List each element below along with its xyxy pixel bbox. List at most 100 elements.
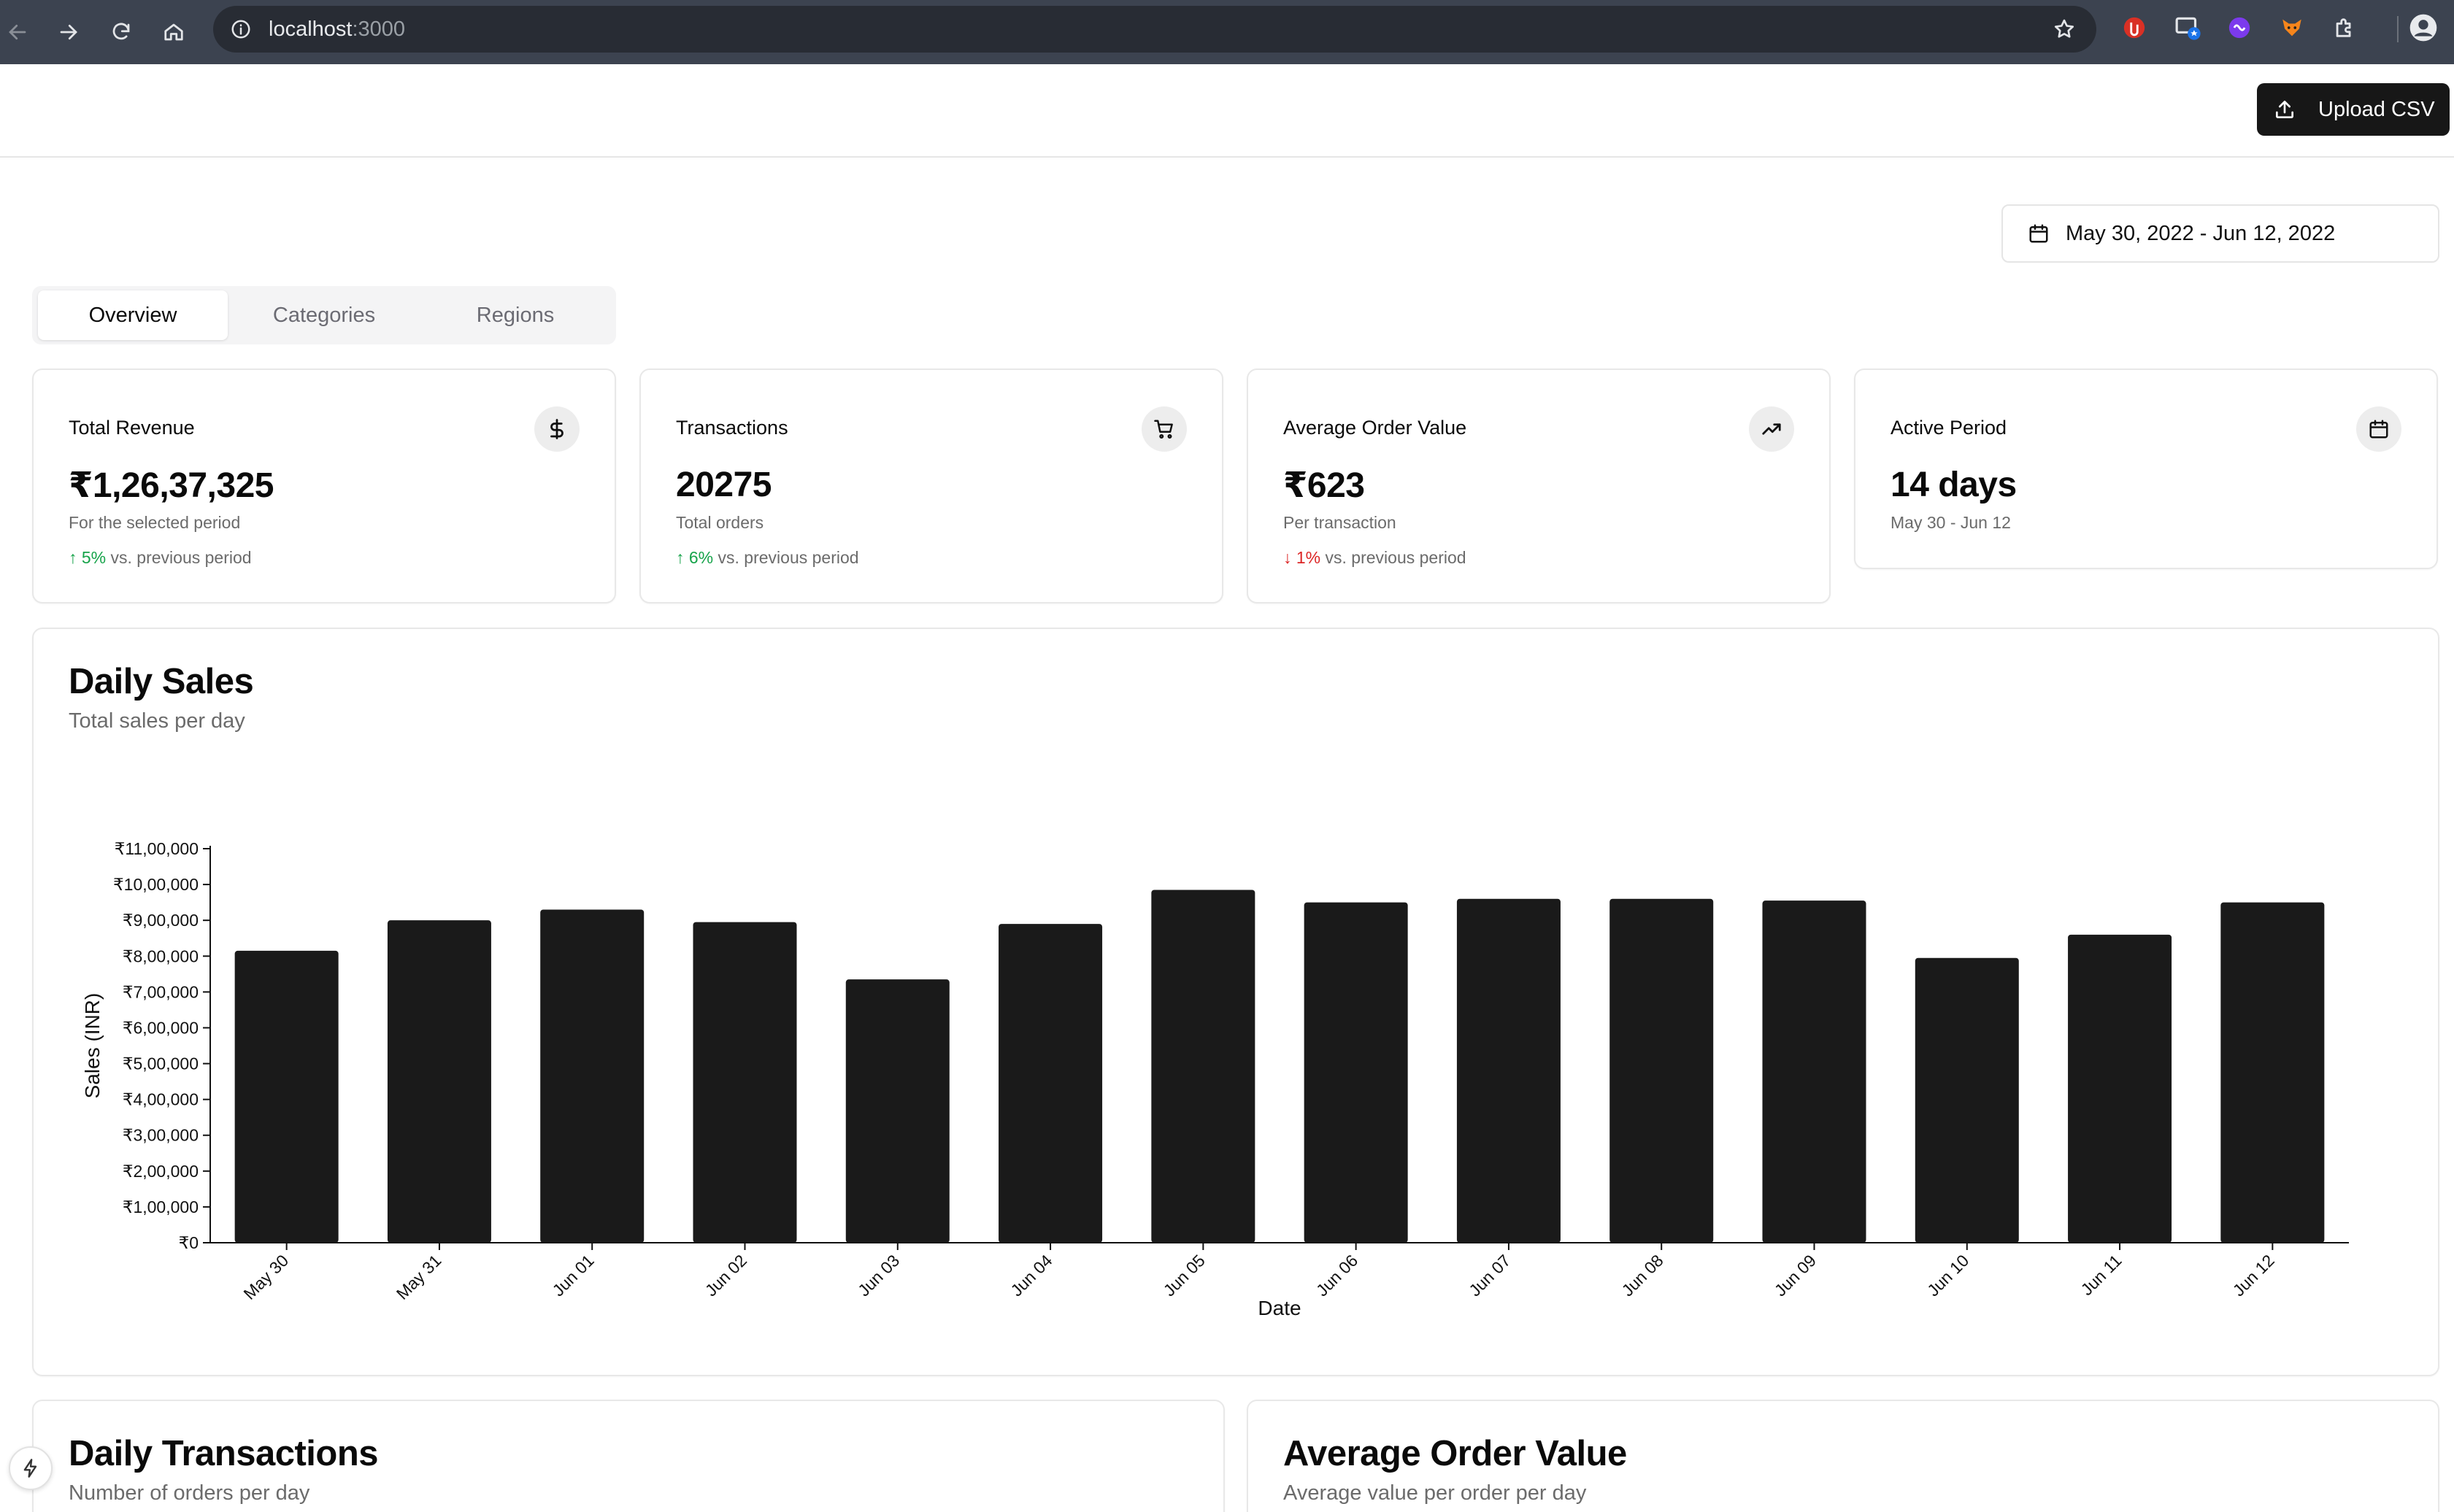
forward-button[interactable] bbox=[47, 10, 91, 54]
y-tick-label: ₹3,00,000 bbox=[123, 1126, 199, 1145]
bar-may-30 bbox=[234, 950, 339, 1243]
extensions-puzzle-icon[interactable] bbox=[2330, 13, 2359, 42]
home-icon bbox=[164, 23, 183, 41]
stat-subtitle: May 30 - Jun 12 bbox=[1890, 513, 2011, 532]
change-suffix: vs. previous period bbox=[718, 548, 859, 567]
browser-toolbar: localhost:3000 bbox=[0, 0, 2454, 64]
url-host: localhost bbox=[269, 18, 353, 41]
bar-jun-03 bbox=[845, 979, 950, 1243]
x-tick-label: Jun 02 bbox=[701, 1251, 750, 1300]
card-description: Number of orders per day bbox=[69, 1481, 310, 1505]
back-button[interactable] bbox=[0, 10, 39, 54]
stat-value: ₹1,26,37,325 bbox=[69, 466, 274, 505]
stat-subtitle: For the selected period bbox=[69, 513, 241, 532]
view-tabs: Overview Categories Regions bbox=[32, 286, 616, 344]
change-percent: 5% bbox=[81, 548, 107, 567]
stat-subtitle: Total orders bbox=[676, 513, 764, 532]
stat-value: ₹623 bbox=[1283, 466, 1365, 505]
stat-title: Total Revenue bbox=[69, 417, 195, 439]
stat-card-total-revenue: Total Revenue ₹1,26,37,325 For the selec… bbox=[32, 369, 616, 603]
tab-regions[interactable]: Regions bbox=[420, 290, 610, 340]
change-percent: 6% bbox=[688, 548, 714, 567]
change-percent: 1% bbox=[1296, 548, 1321, 567]
y-tick-label: ₹8,00,000 bbox=[123, 946, 199, 965]
stat-card-transactions: Transactions 20275 Total orders ↑ 6% vs.… bbox=[639, 369, 1223, 603]
profile-avatar[interactable] bbox=[2409, 13, 2438, 42]
upload-icon bbox=[2276, 101, 2293, 118]
bar-jun-10 bbox=[1915, 957, 2019, 1243]
x-tick-label: Jun 07 bbox=[1465, 1251, 1514, 1300]
x-tick-label: Jun 01 bbox=[549, 1251, 598, 1300]
lightning-icon bbox=[23, 1459, 37, 1478]
extension-red-icon[interactable] bbox=[2120, 13, 2149, 42]
address-bar[interactable]: localhost:3000 bbox=[213, 6, 2096, 53]
date-range-label: May 30, 2022 - Jun 12, 2022 bbox=[2066, 221, 2336, 245]
arrow-up-icon: ↑ bbox=[69, 548, 77, 567]
card-title: Average Order Value bbox=[1283, 1434, 1627, 1473]
bars-layer bbox=[234, 890, 2325, 1243]
site-info-icon[interactable] bbox=[228, 16, 254, 42]
url-port: :3000 bbox=[352, 18, 406, 41]
date-range-picker[interactable]: May 30, 2022 - Jun 12, 2022 bbox=[2001, 204, 2439, 263]
stat-card-active-period: Active Period 14 days May 30 - Jun 12 bbox=[1854, 369, 2438, 569]
calendar-icon bbox=[2029, 224, 2048, 243]
y-tick-label: ₹10,00,000 bbox=[113, 875, 199, 894]
extension-purple-icon[interactable] bbox=[2225, 13, 2254, 42]
calendar-icon bbox=[2356, 406, 2401, 452]
upload-csv-label: Upload CSV bbox=[2318, 97, 2435, 121]
y-tick-label: ₹7,00,000 bbox=[123, 982, 199, 1001]
y-tick-label: ₹2,00,000 bbox=[123, 1162, 199, 1181]
tab-overview[interactable]: Overview bbox=[38, 290, 228, 340]
y-tick-label: ₹6,00,000 bbox=[123, 1018, 199, 1037]
tab-categories[interactable]: Categories bbox=[229, 290, 419, 340]
bookmark-star-icon[interactable] bbox=[2051, 16, 2077, 42]
y-tick-label: ₹1,00,000 bbox=[123, 1197, 199, 1216]
reload-button[interactable] bbox=[99, 10, 143, 54]
x-tick-label: Jun 09 bbox=[1771, 1251, 1820, 1300]
dev-tools-badge[interactable] bbox=[9, 1446, 53, 1490]
x-tick-label: May 31 bbox=[393, 1251, 445, 1303]
app-header: Upload CSV bbox=[0, 64, 2454, 158]
card-description: Average value per order per day bbox=[1283, 1481, 1587, 1505]
toolbar-divider bbox=[2397, 16, 2399, 42]
extension-screen-icon[interactable] bbox=[2174, 13, 2203, 42]
home-button[interactable] bbox=[152, 10, 196, 54]
stat-value: 20275 bbox=[676, 466, 772, 504]
x-axis-title: Date bbox=[1258, 1297, 1301, 1319]
dollar-icon bbox=[534, 406, 580, 452]
arrow-down-icon: ↓ bbox=[1283, 548, 1292, 567]
stat-change: ↓ 1% vs. previous period bbox=[1283, 548, 1466, 568]
x-tick-label: Jun 10 bbox=[1923, 1251, 1972, 1300]
stat-title: Transactions bbox=[676, 417, 788, 439]
x-tick-label: Jun 04 bbox=[1007, 1251, 1055, 1300]
extension-fox-icon[interactable] bbox=[2277, 13, 2307, 42]
x-tick-label: Jun 03 bbox=[854, 1251, 903, 1300]
bar-jun-09 bbox=[1762, 900, 1866, 1243]
average-order-value-card: Average Order Value Average value per or… bbox=[1247, 1400, 2439, 1512]
x-tick-label: Jun 12 bbox=[2229, 1251, 2278, 1300]
reload-icon bbox=[112, 23, 130, 40]
stat-title: Average Order Value bbox=[1283, 417, 1467, 439]
y-tick-label: ₹4,00,000 bbox=[123, 1090, 199, 1109]
upload-csv-button[interactable]: Upload CSV bbox=[2257, 83, 2450, 136]
trending-up-icon bbox=[1749, 406, 1794, 452]
y-tick-label: ₹11,00,000 bbox=[115, 839, 199, 858]
bar-jun-11 bbox=[2068, 934, 2172, 1243]
bar-jun-06 bbox=[1304, 902, 1408, 1243]
cart-icon bbox=[1142, 406, 1187, 452]
y-axis-title: Sales (INR) bbox=[81, 993, 104, 1099]
x-tick-label: Jun 08 bbox=[1618, 1251, 1667, 1300]
card-title: Daily Transactions bbox=[69, 1434, 379, 1473]
stat-subtitle: Per transaction bbox=[1283, 513, 1396, 532]
y-tick-label: ₹5,00,000 bbox=[123, 1054, 199, 1073]
arrow-left-icon bbox=[9, 24, 26, 40]
bar-jun-05 bbox=[1151, 890, 1255, 1243]
stat-change: ↑ 6% vs. previous period bbox=[676, 548, 859, 568]
bar-jun-04 bbox=[999, 924, 1103, 1243]
daily-sales-chart: ₹0 ₹1,00,000 ₹2,00,000 ₹3,00,000 ₹4,00,000 ₹5… bbox=[81, 839, 2349, 1319]
bar-may-31 bbox=[387, 920, 491, 1243]
bar-jun-08 bbox=[1609, 898, 1714, 1243]
bar-jun-12 bbox=[2220, 902, 2325, 1243]
daily-sales-card: Daily Sales Total sales per day ₹0 ₹1,00,… bbox=[32, 628, 2439, 1376]
url-text: localhost:3000 bbox=[269, 6, 405, 53]
